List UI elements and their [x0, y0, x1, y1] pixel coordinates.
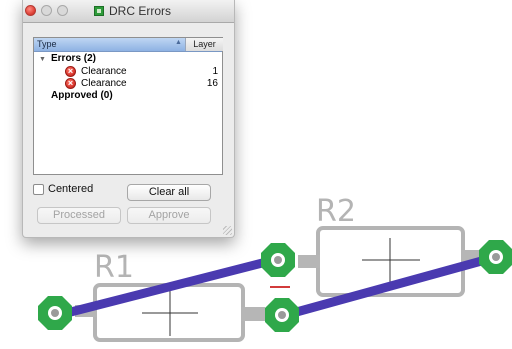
drc-errors-window[interactable]: DRC Errors Type ▲ Layer ▼ Errors (2) × C…: [22, 0, 235, 238]
errors-list[interactable]: Type ▲ Layer ▼ Errors (2) × Clearance 1 …: [33, 37, 223, 175]
error-item-count: 16: [206, 78, 218, 89]
minimize-button[interactable]: [41, 5, 52, 16]
centered-label: Centered: [48, 183, 94, 195]
column-layer[interactable]: Layer: [185, 38, 223, 51]
clear-all-button[interactable]: Clear all: [127, 184, 211, 201]
pad-r2-2[interactable]: [479, 240, 512, 274]
error-item-count: 1: [212, 66, 218, 77]
pad-r1-1[interactable]: [38, 296, 72, 330]
close-button[interactable]: [25, 5, 36, 16]
drc-icon: [94, 6, 104, 16]
pad-r1-2[interactable]: [265, 298, 299, 332]
error-item-label[interactable]: Clearance: [81, 78, 127, 89]
approve-button[interactable]: Approve: [127, 207, 211, 224]
processed-button[interactable]: Processed: [37, 207, 121, 224]
part-label-r1[interactable]: R1: [94, 250, 134, 285]
error-icon: ×: [65, 66, 76, 77]
approved-group[interactable]: Approved (0): [51, 90, 113, 101]
pad-r2-1[interactable]: [261, 243, 295, 277]
centered-checkbox[interactable]: [33, 184, 44, 195]
disclosure-triangle-icon[interactable]: ▼: [39, 56, 46, 63]
zoom-button[interactable]: [57, 5, 68, 16]
error-item-label[interactable]: Clearance: [81, 66, 127, 77]
list-header: Type ▲ Layer: [34, 38, 223, 52]
window-titlebar[interactable]: DRC Errors: [23, 0, 234, 23]
sort-arrow-icon: ▲: [175, 39, 182, 46]
window-title: DRC Errors: [109, 4, 171, 18]
error-icon: ×: [65, 78, 76, 89]
column-type[interactable]: Type: [37, 39, 57, 49]
resize-grip-icon[interactable]: [223, 226, 232, 235]
errors-group[interactable]: Errors (2): [51, 53, 96, 64]
part-label-r2[interactable]: R2: [316, 194, 356, 229]
